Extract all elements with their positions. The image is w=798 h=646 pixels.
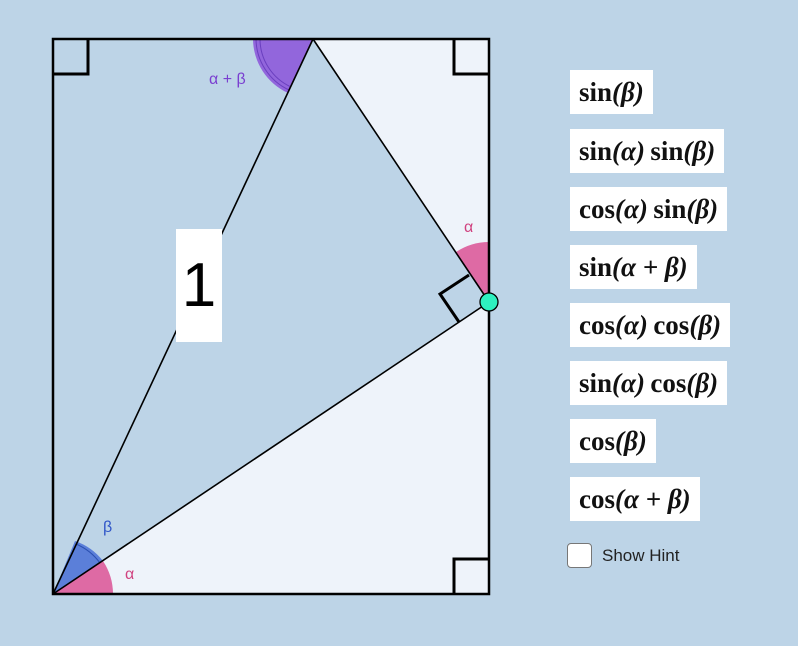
expression-tile[interactable]: sin (β) bbox=[570, 70, 653, 114]
expression-tile[interactable]: sin (α + β) bbox=[570, 245, 697, 289]
expression-tile[interactable]: sin (α) sin (β) bbox=[570, 129, 725, 173]
expression-tile[interactable]: cos (α + β) bbox=[570, 477, 700, 521]
expression-tile[interactable]: cos (α) sin (β) bbox=[570, 187, 728, 231]
expression-function: cos bbox=[579, 309, 615, 340]
expression-argument: (α + β) bbox=[612, 251, 688, 282]
expression-argument: (α) bbox=[615, 309, 648, 340]
expression-argument: (α) bbox=[612, 135, 645, 166]
expression-function: sin bbox=[579, 367, 613, 398]
angle-alpha-right-arc bbox=[456, 242, 489, 302]
expression-argument: (β) bbox=[615, 425, 647, 456]
expression-argument: (β) bbox=[683, 135, 716, 166]
expression-argument: (α + β) bbox=[615, 483, 691, 514]
expression-argument: (β) bbox=[686, 193, 719, 224]
expression-function: sin bbox=[653, 193, 687, 224]
expression-argument: (α) bbox=[615, 193, 648, 224]
expression-tile[interactable]: cos (β) bbox=[570, 419, 656, 463]
show-hint-label: Show Hint bbox=[602, 545, 680, 565]
expression-function: sin bbox=[650, 135, 684, 166]
expression-function: cos bbox=[579, 483, 615, 514]
expression-function: cos bbox=[653, 309, 690, 340]
label-beta: β bbox=[103, 519, 113, 536]
right-angle-mark-inner bbox=[437, 273, 470, 323]
expression-function: sin bbox=[579, 135, 613, 166]
right-angle-mark-top-left bbox=[53, 39, 90, 76]
hypotenuse-length-label: 1 bbox=[176, 229, 222, 342]
expression-function: cos bbox=[579, 425, 615, 456]
expression-tile[interactable]: cos (α) cos (β) bbox=[570, 303, 731, 347]
expression-argument: (α) bbox=[612, 367, 645, 398]
expression-tile[interactable]: sin (α) cos (β) bbox=[570, 361, 728, 405]
expression-function: cos bbox=[650, 367, 687, 398]
expression-argument: (β) bbox=[689, 309, 722, 340]
expression-function: sin bbox=[579, 251, 613, 282]
expression-function: cos bbox=[579, 193, 615, 224]
show-hint-checkbox[interactable]: Show Hint bbox=[567, 543, 679, 568]
movable-point[interactable] bbox=[479, 292, 499, 312]
expression-function: sin bbox=[579, 76, 613, 107]
angle-alpha-plus-beta-arc bbox=[253, 39, 313, 93]
label-alpha-right: α bbox=[464, 219, 474, 236]
label-alpha-bottom: α bbox=[125, 566, 135, 583]
expression-argument: (β) bbox=[612, 76, 644, 107]
label-alpha-plus-beta: α + β bbox=[209, 71, 246, 88]
checkbox-box[interactable] bbox=[567, 543, 592, 568]
expression-argument: (β) bbox=[686, 367, 719, 398]
